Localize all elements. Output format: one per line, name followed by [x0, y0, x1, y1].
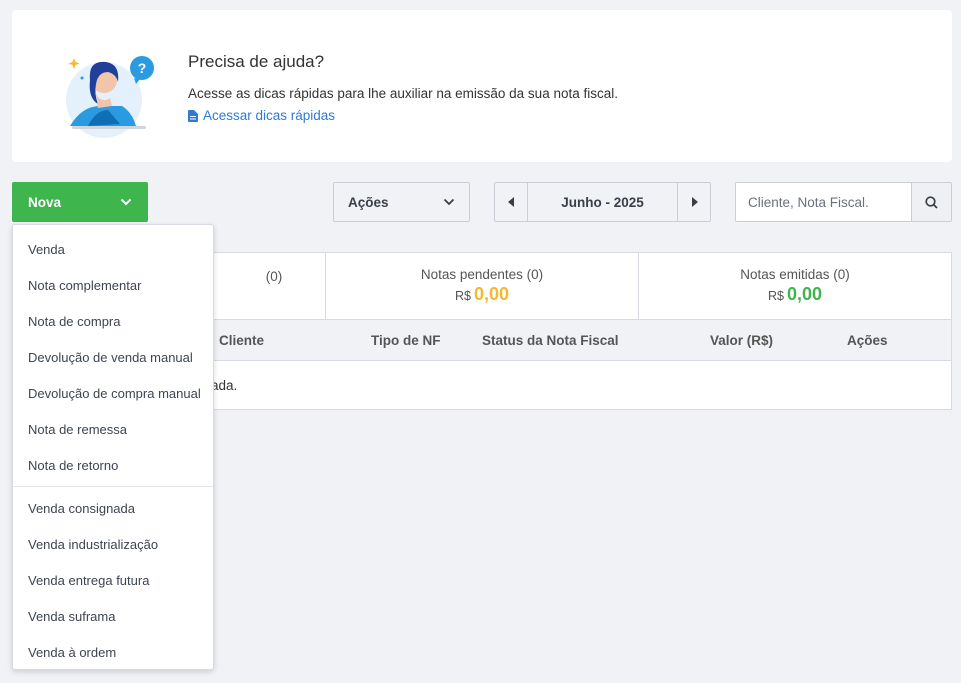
search-input[interactable]	[736, 183, 911, 221]
menu-item-nota-de-remessa[interactable]: Nota de remessa	[13, 411, 213, 447]
current-month: Junho - 2025	[561, 194, 644, 210]
actions-select[interactable]: Ações	[333, 182, 470, 222]
menu-item-nota-de-retorno[interactable]: Nota de retorno	[13, 447, 213, 483]
pending-currency: R$	[454, 289, 471, 303]
column-header-status[interactable]: Status da Nota Fiscal	[482, 333, 619, 348]
empty-message: ada.	[211, 378, 238, 393]
pending-label: Notas pendentes (0)	[420, 267, 544, 282]
menu-group-standard: Venda Nota complementar Nota de compra D…	[13, 225, 213, 487]
help-illustration: ?	[66, 56, 154, 138]
menu-item-devolucao-venda[interactable]: Devolução de venda manual	[13, 339, 213, 375]
menu-item-venda-entrega-futura[interactable]: Venda entrega futura	[13, 562, 213, 598]
next-month-button[interactable]	[677, 183, 710, 221]
new-invoice-button[interactable]: Nova	[12, 182, 148, 222]
help-description: Acesse as dicas rápidas para lhe auxilia…	[188, 86, 618, 101]
menu-item-nota-de-compra[interactable]: Nota de compra	[13, 303, 213, 339]
column-header-actions: Ações	[847, 333, 888, 348]
menu-item-venda-consignada[interactable]: Venda consignada	[13, 490, 213, 526]
search-button[interactable]	[911, 183, 951, 221]
svg-text:?: ?	[138, 60, 147, 76]
search-box	[735, 182, 952, 222]
quick-tips-link[interactable]: Acessar dicas rápidas	[188, 108, 335, 123]
menu-item-devolucao-compra[interactable]: Devolução de compra manual	[13, 375, 213, 411]
issued-currency: R$	[767, 289, 784, 303]
previous-month-button[interactable]	[495, 183, 528, 221]
help-title: Precisa de ajuda?	[188, 52, 325, 71]
new-invoice-button-label: Nova	[28, 194, 62, 210]
issued-value: 0,00	[786, 284, 823, 304]
menu-item-venda[interactable]: Venda	[13, 231, 213, 267]
menu-item-venda-a-ordem[interactable]: Venda à ordem	[13, 634, 213, 670]
chevron-down-icon	[120, 198, 132, 206]
column-header-value[interactable]: Valor (R$)	[710, 333, 773, 348]
summary-cell-pending: Notas pendentes (0) R$ 0,00	[326, 253, 639, 319]
summary-cell-issued: Notas emitidas (0) R$ 0,00	[639, 253, 951, 319]
search-icon	[925, 195, 938, 209]
column-header-client[interactable]: Cliente	[219, 333, 264, 348]
quick-tips-link-label: Acessar dicas rápidas	[203, 108, 336, 123]
column-header-nf-type[interactable]: Tipo de NF	[371, 333, 441, 348]
month-navigator: Junho - 2025	[494, 182, 711, 222]
pending-value: 0,00	[473, 284, 510, 304]
menu-group-special-sales: Venda consignada Venda industrialização …	[13, 487, 213, 670]
document-icon	[188, 109, 198, 122]
issued-label: Notas emitidas (0)	[740, 267, 850, 282]
menu-item-nota-complementar[interactable]: Nota complementar	[13, 267, 213, 303]
menu-item-venda-industrializacao[interactable]: Venda industrialização	[13, 526, 213, 562]
summary-label: (0)	[265, 268, 283, 284]
actions-select-label: Ações	[348, 194, 389, 210]
new-invoice-menu: Venda Nota complementar Nota de compra D…	[12, 224, 214, 670]
caret-left-icon	[507, 197, 514, 207]
chevron-down-icon	[443, 198, 455, 206]
caret-right-icon	[691, 197, 698, 207]
menu-item-venda-suframa[interactable]: Venda suframa	[13, 598, 213, 634]
help-card: ? Precisa de ajuda? Acesse as dicas rápi…	[12, 10, 952, 162]
